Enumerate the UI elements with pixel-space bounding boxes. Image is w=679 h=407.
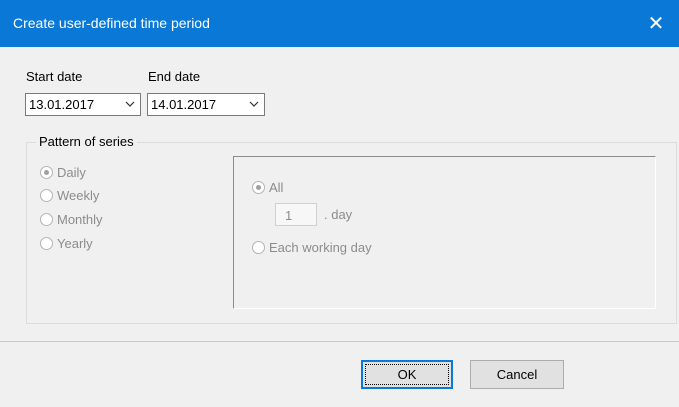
radio-monthly[interactable]: Monthly xyxy=(40,212,103,227)
radio-all[interactable]: All xyxy=(252,180,283,195)
focus-rect xyxy=(365,364,449,385)
interval-input[interactable]: 1 xyxy=(275,203,317,226)
interval-value: 1 xyxy=(285,208,293,223)
radio-daily[interactable]: Daily xyxy=(40,165,86,180)
radio-indicator xyxy=(40,166,53,179)
end-date-label: End date xyxy=(148,69,201,84)
start-date-value: 13.01.2017 xyxy=(29,97,95,112)
start-date-label: Start date xyxy=(26,69,83,84)
radio-indicator xyxy=(40,213,53,226)
daily-options-panel xyxy=(233,156,656,309)
radio-each-working-day-label: Each working day xyxy=(269,240,372,255)
interval-unit: . day xyxy=(324,207,353,222)
radio-yearly-label: Yearly xyxy=(57,236,93,251)
radio-all-label: All xyxy=(269,180,284,195)
radio-monthly-label: Monthly xyxy=(57,212,103,227)
chevron-down-icon[interactable] xyxy=(249,99,259,109)
close-icon[interactable]: ✕ xyxy=(633,0,679,47)
radio-indicator xyxy=(252,181,265,194)
title-bar: Create user-defined time period ✕ xyxy=(0,0,679,47)
radio-indicator xyxy=(252,241,265,254)
radio-indicator xyxy=(40,189,53,202)
chevron-down-icon[interactable] xyxy=(125,99,135,109)
cancel-button-label: Cancel xyxy=(496,367,538,382)
end-date-picker[interactable]: 14.01.2017 xyxy=(147,93,265,116)
start-date-picker[interactable]: 13.01.2017 xyxy=(25,93,141,116)
radio-yearly[interactable]: Yearly xyxy=(40,236,93,251)
radio-daily-label: Daily xyxy=(57,165,86,180)
ok-button[interactable]: OK xyxy=(361,360,453,389)
radio-weekly-label: Weekly xyxy=(57,188,100,203)
cancel-button[interactable]: Cancel xyxy=(470,360,564,389)
dialog-title: Create user-defined time period xyxy=(13,15,210,31)
end-date-value: 14.01.2017 xyxy=(151,97,217,112)
radio-indicator xyxy=(40,237,53,250)
radio-each-working-day[interactable]: Each working day xyxy=(252,240,372,255)
radio-weekly[interactable]: Weekly xyxy=(40,188,99,203)
dialog-footer xyxy=(0,341,679,407)
pattern-legend: Pattern of series xyxy=(36,134,137,149)
